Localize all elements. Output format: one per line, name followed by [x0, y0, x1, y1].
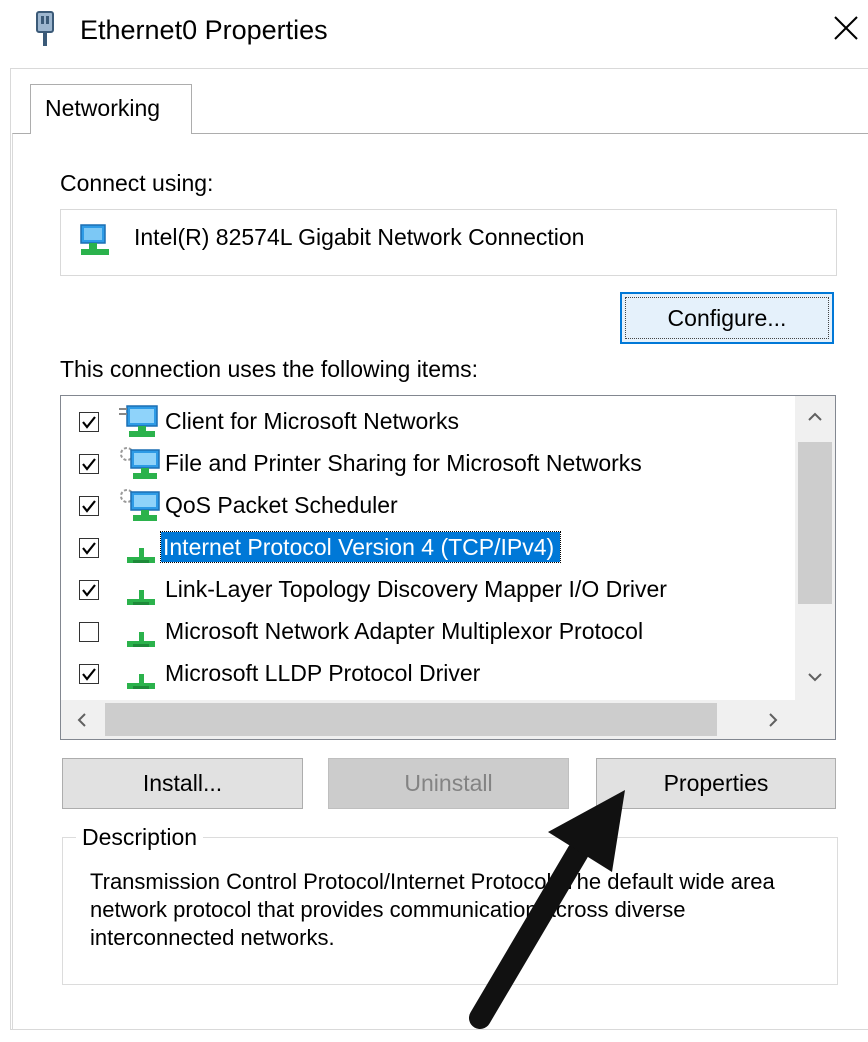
checkmark-icon	[82, 416, 96, 429]
network-adapter-icon	[79, 223, 111, 259]
list-item[interactable]: QoS Packet Scheduler	[61, 486, 796, 526]
horizontal-scroll-thumb[interactable]	[105, 703, 717, 736]
list-item-label: Microsoft LLDP Protocol Driver	[165, 660, 481, 686]
description-legend: Description	[76, 822, 204, 852]
adapter-field: Intel(R) 82574L Gigabit Network Connecti…	[60, 209, 837, 276]
install-button[interactable]: Install...	[62, 758, 303, 809]
scroll-right-button[interactable]	[751, 700, 795, 739]
connect-using-label: Connect using:	[60, 170, 214, 196]
tab-networking-label: Networking	[45, 95, 161, 121]
item-checkbox[interactable]	[79, 580, 99, 600]
focus-rectangle	[625, 297, 829, 339]
list-item[interactable]: Link-Layer Topology Discovery Mapper I/O…	[61, 570, 796, 610]
list-item[interactable]: Microsoft Network Adapter Multiplexor Pr…	[61, 612, 796, 652]
checkmark-icon	[82, 584, 96, 597]
list-item-label: File and Printer Sharing for Microsoft N…	[165, 450, 642, 476]
window-title: Ethernet0 Properties	[80, 15, 328, 45]
list-item[interactable]: Internet Protocol Version 4 (TCP/IPv4)	[61, 528, 796, 568]
protocol-icon	[119, 572, 161, 608]
network-service-icon	[119, 488, 161, 524]
chevron-up-icon	[808, 412, 822, 421]
items-list-label: This connection uses the following items…	[60, 356, 479, 382]
chevron-down-icon	[808, 673, 822, 682]
items-list[interactable]: Client for Microsoft Networks File and Pr…	[60, 395, 836, 740]
list-item[interactable]: File and Printer Sharing for Microsoft N…	[61, 444, 796, 484]
item-checkbox[interactable]	[79, 412, 99, 432]
item-checkbox[interactable]	[79, 496, 99, 516]
list-item-label: Link-Layer Topology Discovery Mapper I/O…	[165, 576, 667, 602]
list-item-label: Client for Microsoft Networks	[165, 408, 459, 434]
scrollbar-corner	[795, 700, 835, 739]
item-checkbox[interactable]	[79, 664, 99, 684]
item-checkbox[interactable]	[79, 622, 99, 642]
vertical-scrollbar[interactable]	[795, 396, 835, 700]
checkmark-icon	[82, 458, 96, 471]
scroll-down-button[interactable]	[795, 654, 835, 700]
protocol-icon	[119, 656, 161, 692]
configure-button[interactable]: Configure...	[620, 292, 834, 344]
protocol-icon	[119, 530, 161, 566]
list-item[interactable]: Client for Microsoft Networks	[61, 402, 796, 442]
adapter-name: Intel(R) 82574L Gigabit Network Connecti…	[134, 224, 585, 250]
list-item-label: Microsoft Network Adapter Multiplexor Pr…	[165, 618, 644, 644]
network-service-icon	[119, 446, 161, 482]
annotation-arrow	[469, 790, 625, 1029]
tab-networking[interactable]: Networking	[30, 84, 192, 134]
item-checkbox[interactable]	[79, 454, 99, 474]
close-icon	[834, 16, 858, 40]
scroll-left-button[interactable]	[61, 700, 103, 739]
scroll-up-button[interactable]	[795, 396, 835, 438]
checkmark-icon	[82, 542, 96, 555]
protocol-icon	[119, 614, 161, 650]
item-checkbox[interactable]	[79, 538, 99, 558]
list-item-label: Internet Protocol Version 4 (TCP/IPv4)	[159, 531, 562, 563]
chevron-left-icon	[77, 712, 86, 727]
chevron-right-icon	[769, 712, 778, 727]
network-client-icon	[119, 404, 161, 440]
checkmark-icon	[82, 668, 96, 681]
checkmark-icon	[82, 500, 96, 513]
vertical-scroll-thumb[interactable]	[798, 442, 832, 604]
list-item[interactable]: Microsoft LLDP Protocol Driver	[61, 654, 796, 694]
network-adapter-title-icon	[34, 10, 56, 50]
horizontal-scrollbar[interactable]	[61, 700, 835, 739]
list-item-label: QoS Packet Scheduler	[165, 492, 398, 518]
close-button[interactable]	[826, 6, 866, 50]
